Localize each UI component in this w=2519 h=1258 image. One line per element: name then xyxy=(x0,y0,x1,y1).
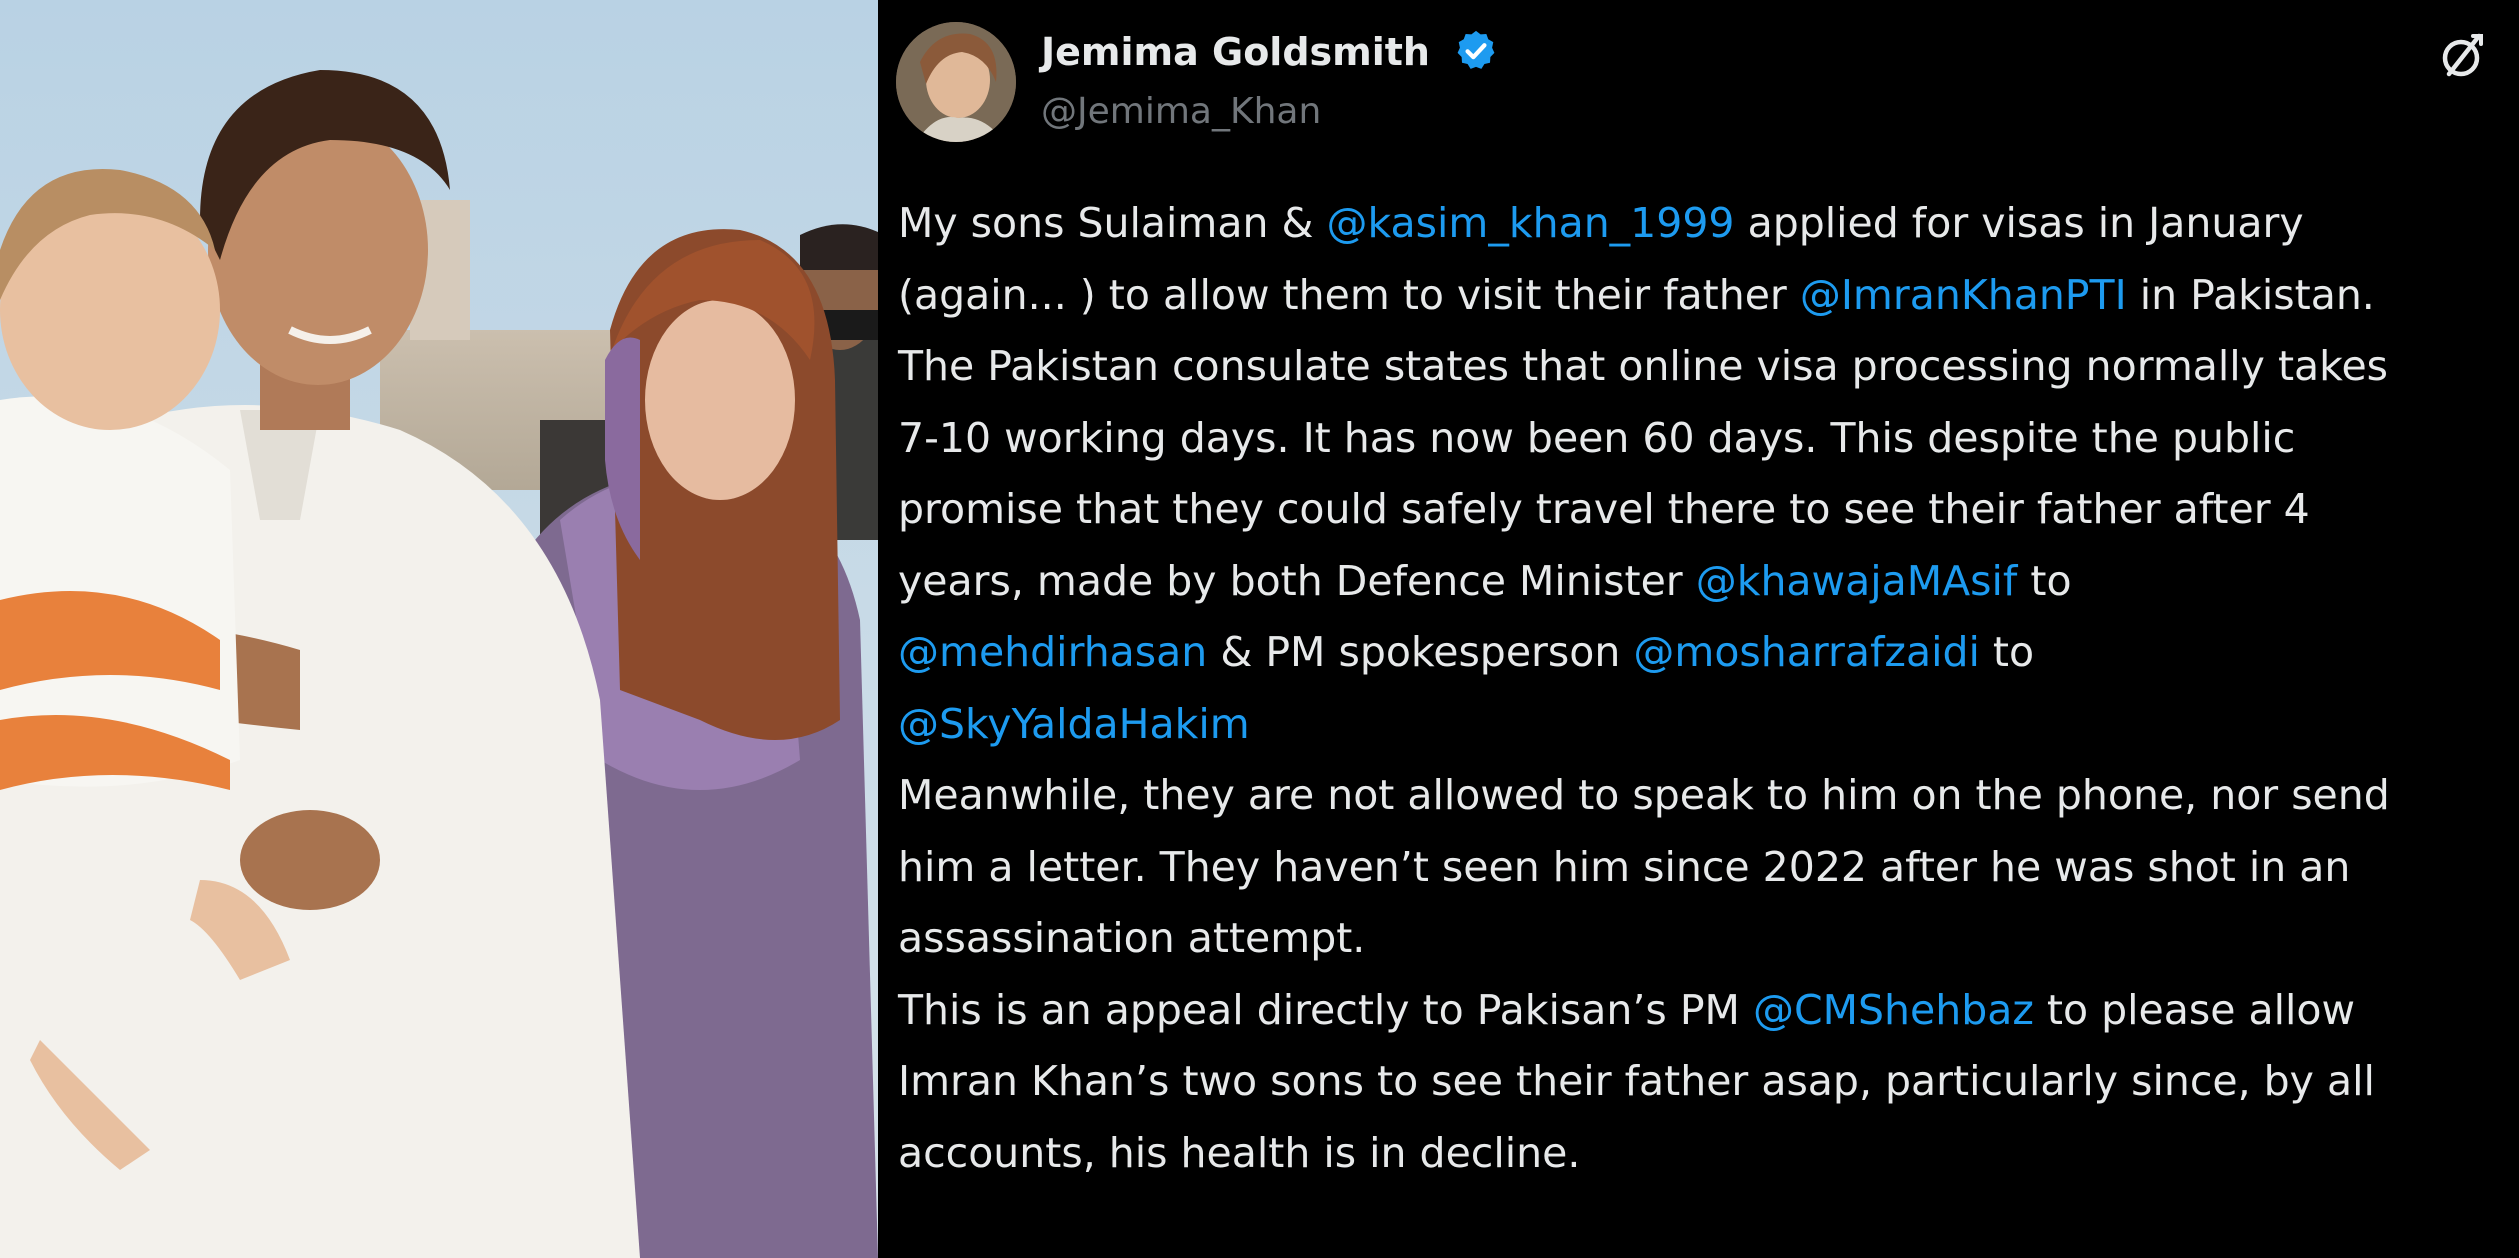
tweet-text-segment: 7-10 working days. It has now been 60 da… xyxy=(898,413,2296,462)
tweet-line: assassination attempt. xyxy=(898,903,2519,975)
tweet-line: 7-10 working days. It has now been 60 da… xyxy=(898,403,2519,475)
tweet-text-segment: applied for visas in January xyxy=(1734,199,2304,247)
tweet-text-segment: promise that they could safely travel th… xyxy=(898,485,2310,533)
tweet-text-segment: The Pakistan consulate states that onlin… xyxy=(898,342,2389,390)
mention-link[interactable]: @SkyYaldaHakim xyxy=(898,700,1250,748)
author-avatar[interactable] xyxy=(896,22,1016,142)
tweet-line: promise that they could safely travel th… xyxy=(898,474,2519,546)
tweet-line: My sons Sulaiman & @kasim_khan_1999 appl… xyxy=(898,188,2519,260)
author-name[interactable]: Jemima Goldsmith xyxy=(1041,28,1499,78)
tweet-text-segment: My sons Sulaiman & xyxy=(898,199,1327,247)
tweet-text-segment: assassination attempt. xyxy=(898,914,1366,962)
tweet-line: @mehdirhasan & PM spokesperson @mosharra… xyxy=(898,617,2519,689)
mention-link[interactable]: @kasim_khan_1999 xyxy=(1327,199,1735,247)
tweet-text-segment: years, made by both Defence Minister xyxy=(898,556,1696,605)
tweet-text-segment: to please allow xyxy=(2033,985,2356,1034)
mention-link[interactable]: @CMShehbaz xyxy=(1753,986,2034,1034)
tweet-line: @SkyYaldaHakim xyxy=(898,689,2519,761)
tweet-line: Meanwhile, they are not allowed to speak… xyxy=(898,760,2519,832)
mention-link[interactable]: @ImranKhanPTI xyxy=(1800,271,2127,319)
tweet-card: Jemima Goldsmith @Jemima_Khan My sons Su… xyxy=(878,0,2519,1258)
tweet-line: The Pakistan consulate states that onlin… xyxy=(898,331,2519,403)
tweet-text-segment: & PM spokesperson xyxy=(1207,628,1634,676)
tweet-text-segment: in Pakistan. xyxy=(2126,270,2375,319)
mention-link[interactable]: @mehdirhasan xyxy=(898,628,1207,676)
tweet-text-segment: to xyxy=(1979,628,2035,676)
tweet-text-segment: him a letter. They haven’t seen him sinc… xyxy=(898,842,2351,891)
mention-link[interactable]: @mosharrafzaidi xyxy=(1633,628,1980,676)
tweet-line: accounts, his health is in decline. xyxy=(898,1118,2519,1190)
tweet-text-segment: accounts, his health is in decline. xyxy=(898,1128,1581,1177)
tweet-line: Imran Khan’s two sons to see their fathe… xyxy=(898,1046,2519,1118)
tweet-text-segment: to xyxy=(2017,556,2072,605)
tweet-text-segment: (again... ) to allow them to visit their… xyxy=(898,270,1800,319)
tweet-text: My sons Sulaiman & @kasim_khan_1999 appl… xyxy=(898,188,2519,1189)
tweet-line: (again... ) to allow them to visit their… xyxy=(898,260,2519,332)
tweet-text-segment: Imran Khan’s two sons to see their fathe… xyxy=(898,1057,2375,1105)
author-name-text[interactable]: Jemima Goldsmith xyxy=(1041,30,1430,74)
grok-icon[interactable] xyxy=(2437,30,2489,82)
author-handle[interactable]: @Jemima_Khan xyxy=(1041,90,1321,134)
tweet-line: This is an appeal directly to Pakisan’s … xyxy=(898,975,2519,1047)
verified-badge-icon xyxy=(1453,28,1499,74)
mention-link[interactable]: @khawajaMAsif xyxy=(1696,557,2018,605)
tweet-line: him a letter. They haven’t seen him sinc… xyxy=(898,832,2519,904)
tweet-text-segment: This is an appeal directly to Pakisan’s … xyxy=(898,985,1753,1034)
tweet-line: years, made by both Defence Minister @kh… xyxy=(898,546,2519,618)
family-photo xyxy=(0,0,878,1258)
tweet-text-segment: Meanwhile, they are not allowed to speak… xyxy=(898,771,2390,819)
